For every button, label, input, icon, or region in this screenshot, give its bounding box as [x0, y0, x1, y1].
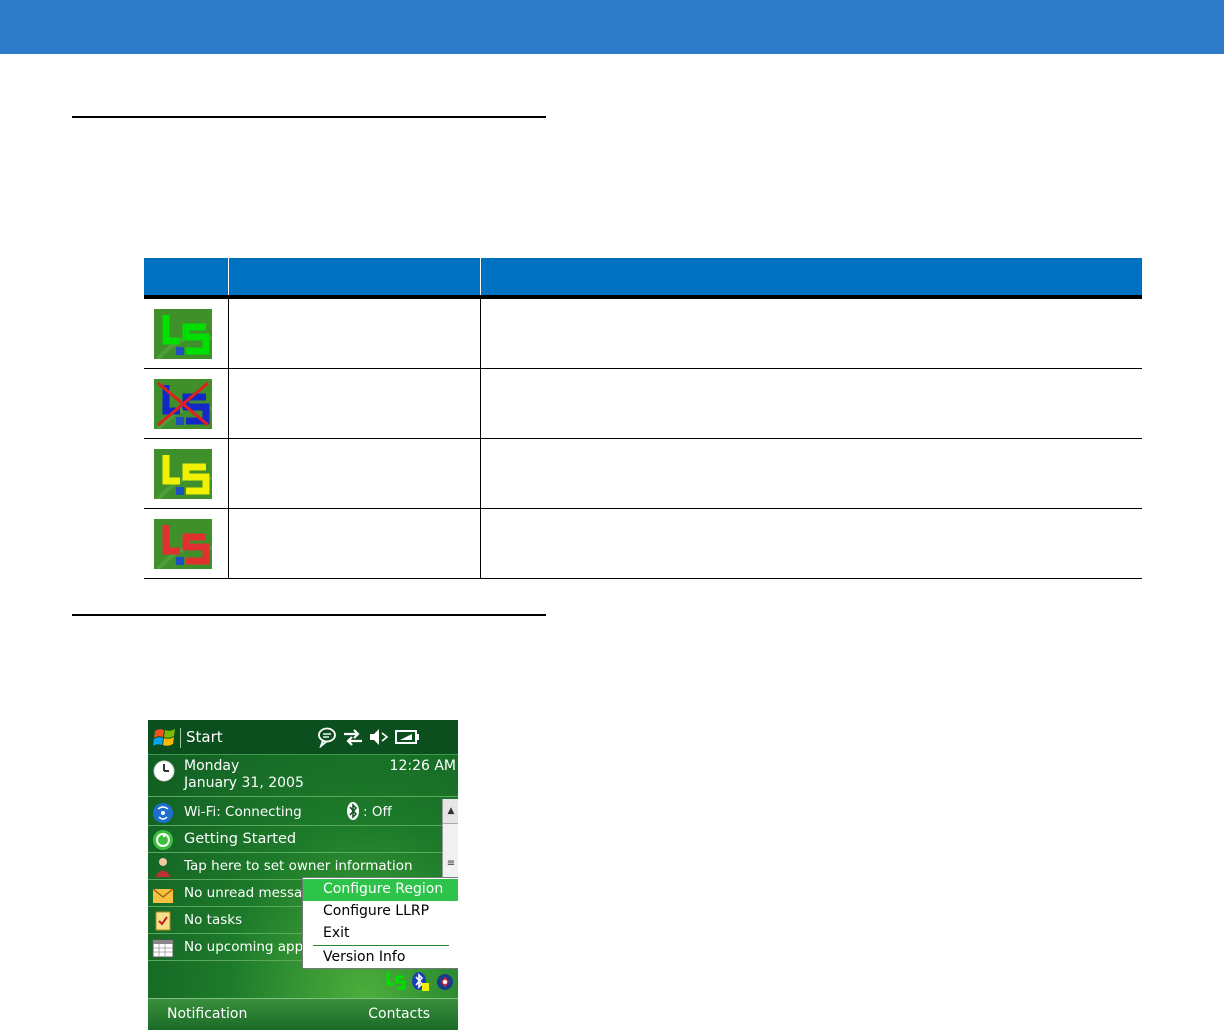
- notification-tray: [148, 968, 458, 996]
- menu-separator: [313, 945, 449, 946]
- settings-shield-icon[interactable]: [434, 970, 456, 996]
- clock-icon: [152, 759, 176, 787]
- date-label: January 31, 2005: [184, 775, 304, 791]
- section-rule-bottom: [72, 614, 546, 616]
- section-rule-top: [72, 116, 546, 118]
- today-item-label: Wi-Fi: Connecting: [184, 804, 302, 820]
- menu-item-configure-llrp[interactable]: Configure LLRP: [303, 901, 458, 923]
- notification-softkey[interactable]: Notification: [167, 1006, 247, 1022]
- speaker-muted-icon[interactable]: [368, 726, 390, 752]
- today-item-label: No upcoming appoi: [184, 939, 316, 955]
- ls-green-icon: [154, 309, 212, 359]
- table-row: [144, 439, 1142, 509]
- today-item[interactable]: Tap here to set owner information: [148, 853, 442, 880]
- menu-item-label: Configure LLRP: [323, 903, 430, 919]
- today-item[interactable]: Wi-Fi: Connecting : Off: [148, 799, 442, 826]
- time-label: 12:26 AM: [389, 758, 456, 774]
- context-menu: Configure Region Configure LLRP Exit Versio…: [302, 877, 458, 969]
- getting-started-icon: [151, 829, 175, 855]
- menu-item-version-info[interactable]: Version Info: [303, 947, 458, 969]
- mail-icon: [151, 883, 175, 909]
- battery-icon[interactable]: [394, 726, 420, 752]
- menu-item-configure-region[interactable]: Configure Region: [303, 879, 458, 901]
- day-label: Monday: [184, 758, 240, 774]
- wifi-icon: [151, 802, 175, 828]
- bluetooth-icon[interactable]: [410, 970, 430, 996]
- today-item-label: Getting Started: [184, 831, 297, 847]
- connectivity-arrows-icon[interactable]: [342, 726, 364, 752]
- bluetooth-status-icon: [346, 801, 360, 825]
- ls-red-icon: [154, 519, 212, 569]
- softkey-bar: Notification Contacts: [148, 998, 458, 1030]
- menu-item-label: Configure Region: [323, 881, 444, 897]
- device-screenshot: Start Monday January 31, 2005 12:26 AM W…: [148, 720, 458, 1030]
- table-header: [144, 258, 1142, 299]
- ls-yellow-icon: [154, 449, 212, 499]
- today-item[interactable]: Getting Started: [148, 826, 442, 853]
- tasks-icon: [151, 910, 175, 936]
- ls-crossed-icon: [154, 379, 212, 429]
- scrollbar[interactable]: ▲ ≡: [442, 799, 458, 877]
- menu-item-label: Version Info: [323, 949, 406, 965]
- table-row: [144, 299, 1142, 369]
- today-item-label: No tasks: [184, 912, 243, 928]
- table-row: [144, 369, 1142, 439]
- bluetooth-status-label: : Off: [363, 804, 392, 820]
- scroll-thumb[interactable]: ≡: [443, 851, 458, 877]
- ls-status-icon[interactable]: [386, 970, 406, 996]
- date-time-block[interactable]: Monday January 31, 2005 12:26 AM: [148, 755, 458, 797]
- table-row: [144, 509, 1142, 579]
- contacts-softkey[interactable]: Contacts: [368, 1006, 430, 1022]
- start-button[interactable]: Start: [186, 728, 223, 746]
- scroll-up-arrow-icon[interactable]: ▲: [443, 799, 458, 824]
- message-bubble-icon[interactable]: [316, 726, 338, 752]
- menu-item-exit[interactable]: Exit: [303, 923, 458, 945]
- today-item-label: Tap here to set owner information: [184, 858, 413, 874]
- today-item-label: No unread message: [184, 885, 320, 901]
- calendar-icon: [151, 937, 175, 963]
- owner-icon: [151, 856, 175, 882]
- title-bar: Start: [148, 720, 458, 755]
- page-header-bar: [0, 0, 1224, 54]
- windows-flag-icon[interactable]: [152, 725, 178, 755]
- icon-status-table: [144, 258, 1142, 579]
- menu-item-label: Exit: [323, 925, 350, 941]
